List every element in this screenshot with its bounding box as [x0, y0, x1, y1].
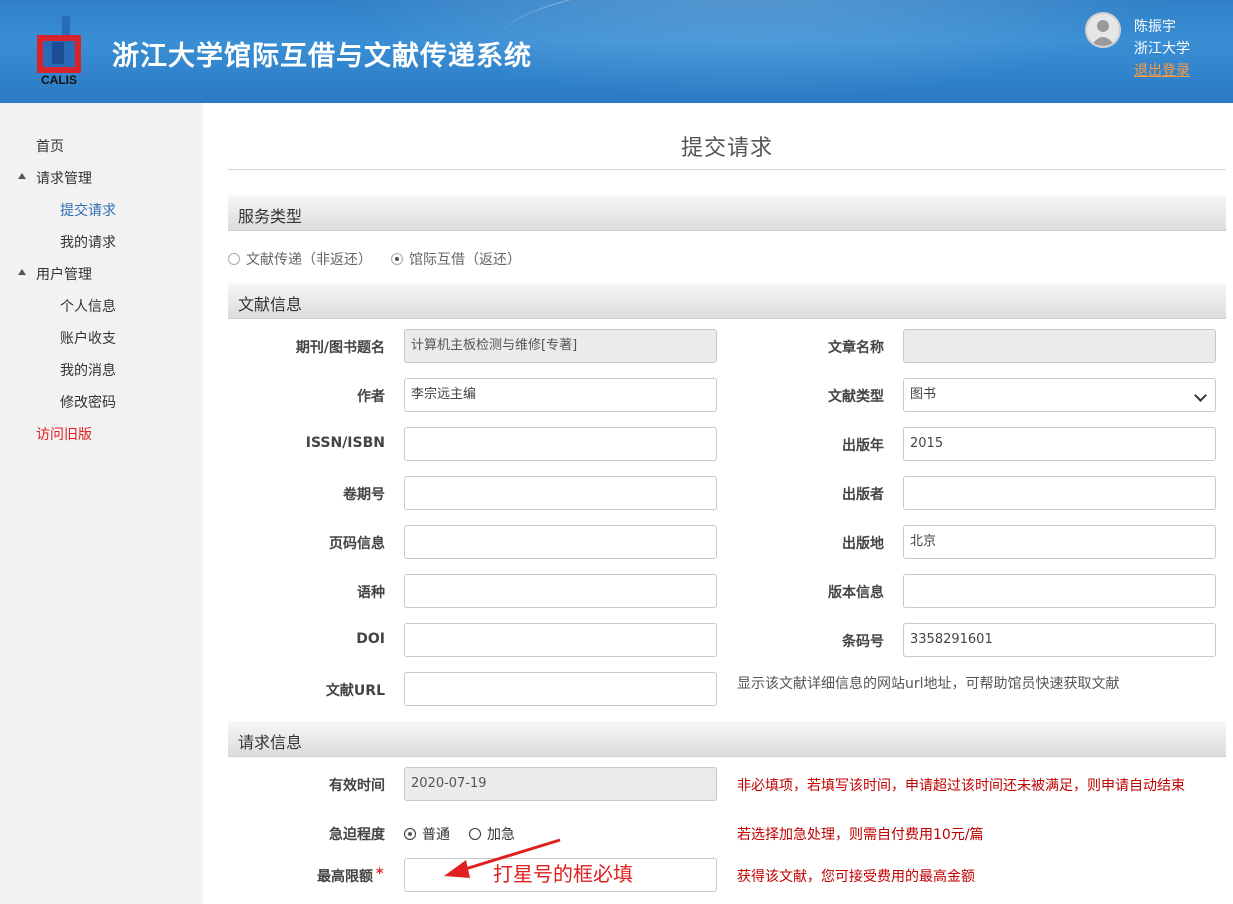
pages-field[interactable] — [404, 525, 717, 559]
volume-field[interactable] — [404, 476, 717, 510]
place-field[interactable]: 北京 — [903, 525, 1216, 559]
author-label: 作者 — [357, 389, 385, 405]
valid-time-field[interactable]: 2020-07-19 — [404, 767, 717, 801]
section-title: 文献信息 — [238, 295, 303, 314]
place-label: 出版地 — [842, 536, 884, 552]
article-field[interactable] — [903, 329, 1216, 363]
annotation-text: 打星号的框必填 — [493, 862, 633, 886]
expand-arrow-icon[interactable] — [18, 173, 26, 179]
calis-logo: CALIS — [37, 16, 81, 87]
logo-text: CALIS — [41, 73, 77, 87]
sidebar-item-old-version[interactable]: 访问旧版 — [36, 424, 92, 444]
sidebar: 首页 请求管理 提交请求 我的请求 用户管理 个人信息 账户收支 我的消息 修改… — [0, 103, 203, 904]
urgency-label: 急迫程度 — [329, 827, 385, 843]
sidebar-item-home[interactable]: 首页 — [36, 136, 64, 156]
required-star: * — [376, 866, 384, 882]
radio-icon[interactable] — [404, 828, 416, 840]
sidebar-item-messages[interactable]: 我的消息 — [60, 360, 116, 380]
max-amount-label: 最高限额 — [317, 869, 373, 885]
sidebar-item-user-mgmt[interactable]: 用户管理 — [36, 264, 92, 284]
site-title: 浙江大学馆际互借与文献传递系统 — [112, 41, 532, 72]
issn-field[interactable] — [404, 427, 717, 461]
header-banner: CALIS 浙江大学馆际互借与文献传递系统 陈振宇 浙江大学 退出登录 — [0, 0, 1233, 103]
edition-label: 版本信息 — [828, 585, 884, 601]
doi-field[interactable] — [404, 623, 717, 657]
sidebar-item-submit-request[interactable]: 提交请求 — [60, 200, 116, 220]
section-request-info: 请求信息 — [228, 721, 1226, 757]
sidebar-item-account[interactable]: 账户收支 — [60, 328, 116, 348]
valid-time-label: 有效时间 — [329, 778, 385, 794]
radio-label: 文献传递（非返还） — [246, 252, 372, 268]
year-label: 出版年 — [842, 438, 884, 454]
url-label: 文献URL — [325, 683, 385, 699]
radio-icon[interactable] — [228, 253, 240, 265]
title-field[interactable]: 计算机主板检测与维修[专著] — [404, 329, 717, 363]
publisher-field[interactable] — [903, 476, 1216, 510]
issn-label: ISSN/ISBN — [305, 435, 385, 451]
section-service-type: 服务类型 — [228, 195, 1226, 231]
doi-label: DOI — [356, 631, 385, 647]
user-avatar-icon — [1091, 20, 1115, 46]
title-divider — [228, 169, 1226, 170]
doctype-label: 文献类型 — [828, 389, 884, 405]
valid-time-hint: 非必填项，若填写该时间，申请超过该时间还未被满足，则申请自动结束 — [737, 778, 1185, 794]
language-field[interactable] — [404, 574, 717, 608]
user-org: 浙江大学 — [1134, 41, 1190, 57]
sidebar-item-my-requests[interactable]: 我的请求 — [60, 232, 116, 252]
section-title: 请求信息 — [238, 733, 303, 752]
page-title: 提交请求 — [680, 136, 773, 161]
section-title: 服务类型 — [238, 207, 303, 226]
header-arc — [500, 0, 1233, 103]
volume-label: 卷期号 — [343, 487, 385, 503]
sidebar-item-change-password[interactable]: 修改密码 — [60, 392, 116, 412]
article-label: 文章名称 — [828, 340, 884, 356]
sidebar-item-request-mgmt[interactable]: 请求管理 — [36, 168, 92, 188]
barcode-label: 条码号 — [842, 634, 884, 650]
year-field[interactable]: 2015 — [903, 427, 1216, 461]
url-field[interactable] — [404, 672, 717, 706]
publisher-label: 出版者 — [842, 487, 884, 503]
expand-arrow-icon[interactable] — [18, 269, 26, 275]
barcode-field[interactable]: 3358291601 — [903, 623, 1216, 657]
avatar[interactable] — [1085, 12, 1121, 48]
doctype-select[interactable]: 图书 — [903, 378, 1216, 412]
edition-field[interactable] — [903, 574, 1216, 608]
logout-link[interactable]: 退出登录 — [1134, 60, 1190, 82]
radio-icon[interactable] — [391, 253, 403, 265]
user-name: 陈振宇 — [1134, 19, 1176, 35]
radio-label: 馆际互借（返还） — [409, 252, 521, 268]
doctype-value: 图书 — [910, 387, 937, 402]
url-hint: 显示该文献详细信息的网站url地址，可帮助馆员快速获取文献 — [737, 676, 1120, 692]
title-label: 期刊/图书题名 — [295, 340, 385, 356]
max-amount-hint: 获得该文献，您可接受费用的最高金额 — [737, 869, 975, 885]
radio-interlibrary-loan[interactable]: 馆际互借（返还） — [391, 249, 521, 269]
user-info: 陈振宇 浙江大学 退出登录 — [1134, 16, 1190, 82]
author-field[interactable]: 李宗远主编 — [404, 378, 717, 412]
pages-label: 页码信息 — [329, 536, 385, 552]
section-document-info: 文献信息 — [228, 283, 1226, 319]
language-label: 语种 — [357, 585, 385, 601]
radio-document-delivery[interactable]: 文献传递（非返还） — [228, 249, 372, 269]
sidebar-item-profile[interactable]: 个人信息 — [60, 296, 116, 316]
urgency-hint: 若选择加急处理，则需自付费用10元/篇 — [737, 827, 984, 843]
